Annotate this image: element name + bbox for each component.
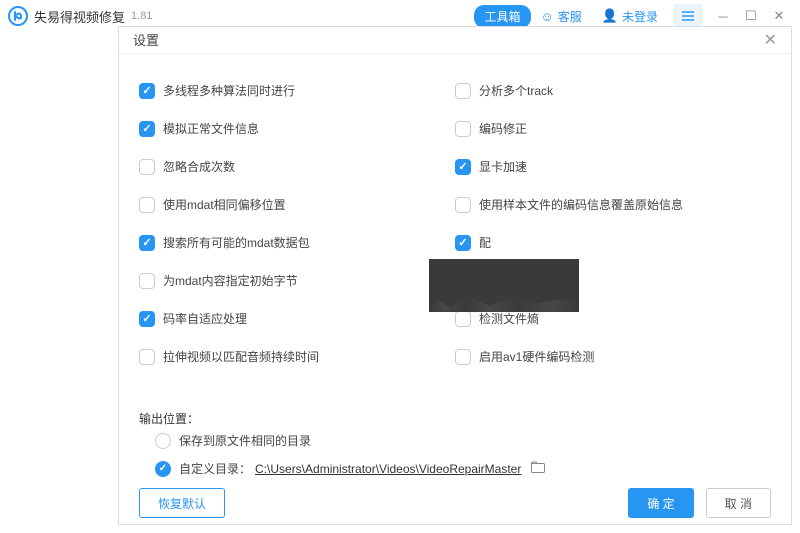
dialog-footer: 恢复默认 确 定 取 消 [119, 483, 791, 524]
browse-folder-icon[interactable] [531, 461, 545, 476]
checkbox[interactable] [139, 83, 155, 99]
option-label: 使用mdat相同偏移位置 [163, 196, 286, 213]
option-row: 多线程多种算法同时进行 [139, 72, 455, 110]
option-row: 为mdat内容指定初始字节 [139, 262, 455, 300]
user-icon: 👤 [602, 8, 618, 24]
option-row: 码率自适应处理 [139, 300, 455, 338]
option-label: 码率自适应处理 [163, 310, 247, 327]
dialog-header: 设置 ✕ [119, 27, 791, 54]
option-row: 分析多个track [455, 72, 771, 110]
hamburger-icon [681, 10, 695, 22]
radio-label: 自定义目录： [179, 460, 251, 477]
option-row: 显卡加速 [455, 148, 771, 186]
close-button[interactable]: ✕ [766, 4, 792, 28]
checkbox[interactable] [139, 159, 155, 175]
settings-dialog: 设置 ✕ 多线程多种算法同时进行模拟正常文件信息忽略合成次数使用mdat相同偏移… [118, 26, 792, 525]
app-version: 1.81 [131, 10, 152, 22]
radio-icon[interactable] [155, 433, 171, 449]
menu-button[interactable] [674, 4, 702, 28]
app-title: 失易得视频修复 [34, 7, 125, 26]
option-row: 拉伸视频以匹配音频持续时间 [139, 338, 455, 376]
checkbox[interactable] [455, 311, 471, 327]
option-label: 模拟正常文件信息 [163, 120, 259, 137]
option-label: 使用样本文件的编码信息覆盖原始信息 [479, 196, 683, 213]
window-controls: ─ ☐ ✕ [710, 4, 792, 28]
option-row: 使用mdat相同偏移位置 [139, 186, 455, 224]
radio-label: 保存到原文件相同的目录 [179, 432, 311, 449]
output-section: 输出位置： 保存到原文件相同的目录 自定义目录： C:\Users\Admini… [139, 410, 771, 483]
option-label: 配 [479, 234, 491, 251]
output-option-original[interactable]: 保存到原文件相同的目录 [155, 427, 771, 455]
checkbox[interactable] [455, 83, 471, 99]
checkbox[interactable] [139, 197, 155, 213]
login-button[interactable]: 👤未登录 [592, 5, 668, 28]
checkbox[interactable] [455, 159, 471, 175]
option-row: 模拟正常文件信息 [139, 110, 455, 148]
output-option-custom[interactable]: 自定义目录： C:\Users\Administrator\Videos\Vid… [155, 455, 771, 483]
checkbox[interactable] [455, 197, 471, 213]
dialog-body: 多线程多种算法同时进行模拟正常文件信息忽略合成次数使用mdat相同偏移位置搜索所… [119, 54, 791, 483]
option-row: 忽略合成次数 [139, 148, 455, 186]
support-button[interactable]: ☺客服 [531, 5, 592, 28]
option-label: 多线程多种算法同时进行 [163, 82, 295, 99]
output-path[interactable]: C:\Users\Administrator\Videos\VideoRepai… [255, 462, 521, 476]
checkbox[interactable] [139, 121, 155, 137]
support-icon: ☺ [541, 9, 554, 24]
option-row: 搜索所有可能的mdat数据包 [139, 224, 455, 262]
ok-button[interactable]: 确 定 [628, 488, 693, 518]
option-label: 编码修正 [479, 120, 527, 137]
toolbox-button[interactable]: 工具箱 [474, 5, 530, 28]
checkbox[interactable] [139, 311, 155, 327]
checkbox[interactable] [455, 349, 471, 365]
option-label: 拉伸视频以匹配音频持续时间 [163, 348, 319, 365]
checkbox[interactable] [455, 235, 471, 251]
restore-defaults-button[interactable]: 恢复默认 [139, 488, 225, 518]
checkbox[interactable] [455, 121, 471, 137]
option-row: 编码修正 [455, 110, 771, 148]
option-label: 搜索所有可能的mdat数据包 [163, 234, 310, 251]
checkbox[interactable] [139, 273, 155, 289]
option-label: 为mdat内容指定初始字节 [163, 272, 298, 289]
maximize-button[interactable]: ☐ [738, 4, 764, 28]
option-label: 显卡加速 [479, 158, 527, 175]
obscured-region [429, 259, 579, 312]
radio-icon[interactable] [155, 461, 171, 477]
minimize-button[interactable]: ─ [710, 4, 736, 28]
option-label: 检测文件熵 [479, 310, 539, 327]
option-label: 忽略合成次数 [163, 158, 235, 175]
option-label: 分析多个track [479, 82, 553, 99]
option-row: 启用av1硬件编码检测 [455, 338, 771, 376]
option-row: 使用样本文件的编码信息覆盖原始信息 [455, 186, 771, 224]
checkbox[interactable] [139, 349, 155, 365]
dialog-close-button[interactable]: ✕ [764, 30, 777, 50]
option-label: 启用av1硬件编码检测 [479, 348, 594, 365]
checkbox[interactable] [139, 235, 155, 251]
output-label: 输出位置： [139, 410, 771, 427]
option-row: 配 [455, 224, 771, 262]
app-logo-icon [8, 6, 28, 26]
cancel-button[interactable]: 取 消 [706, 488, 771, 518]
dialog-title: 设置 [133, 30, 159, 49]
